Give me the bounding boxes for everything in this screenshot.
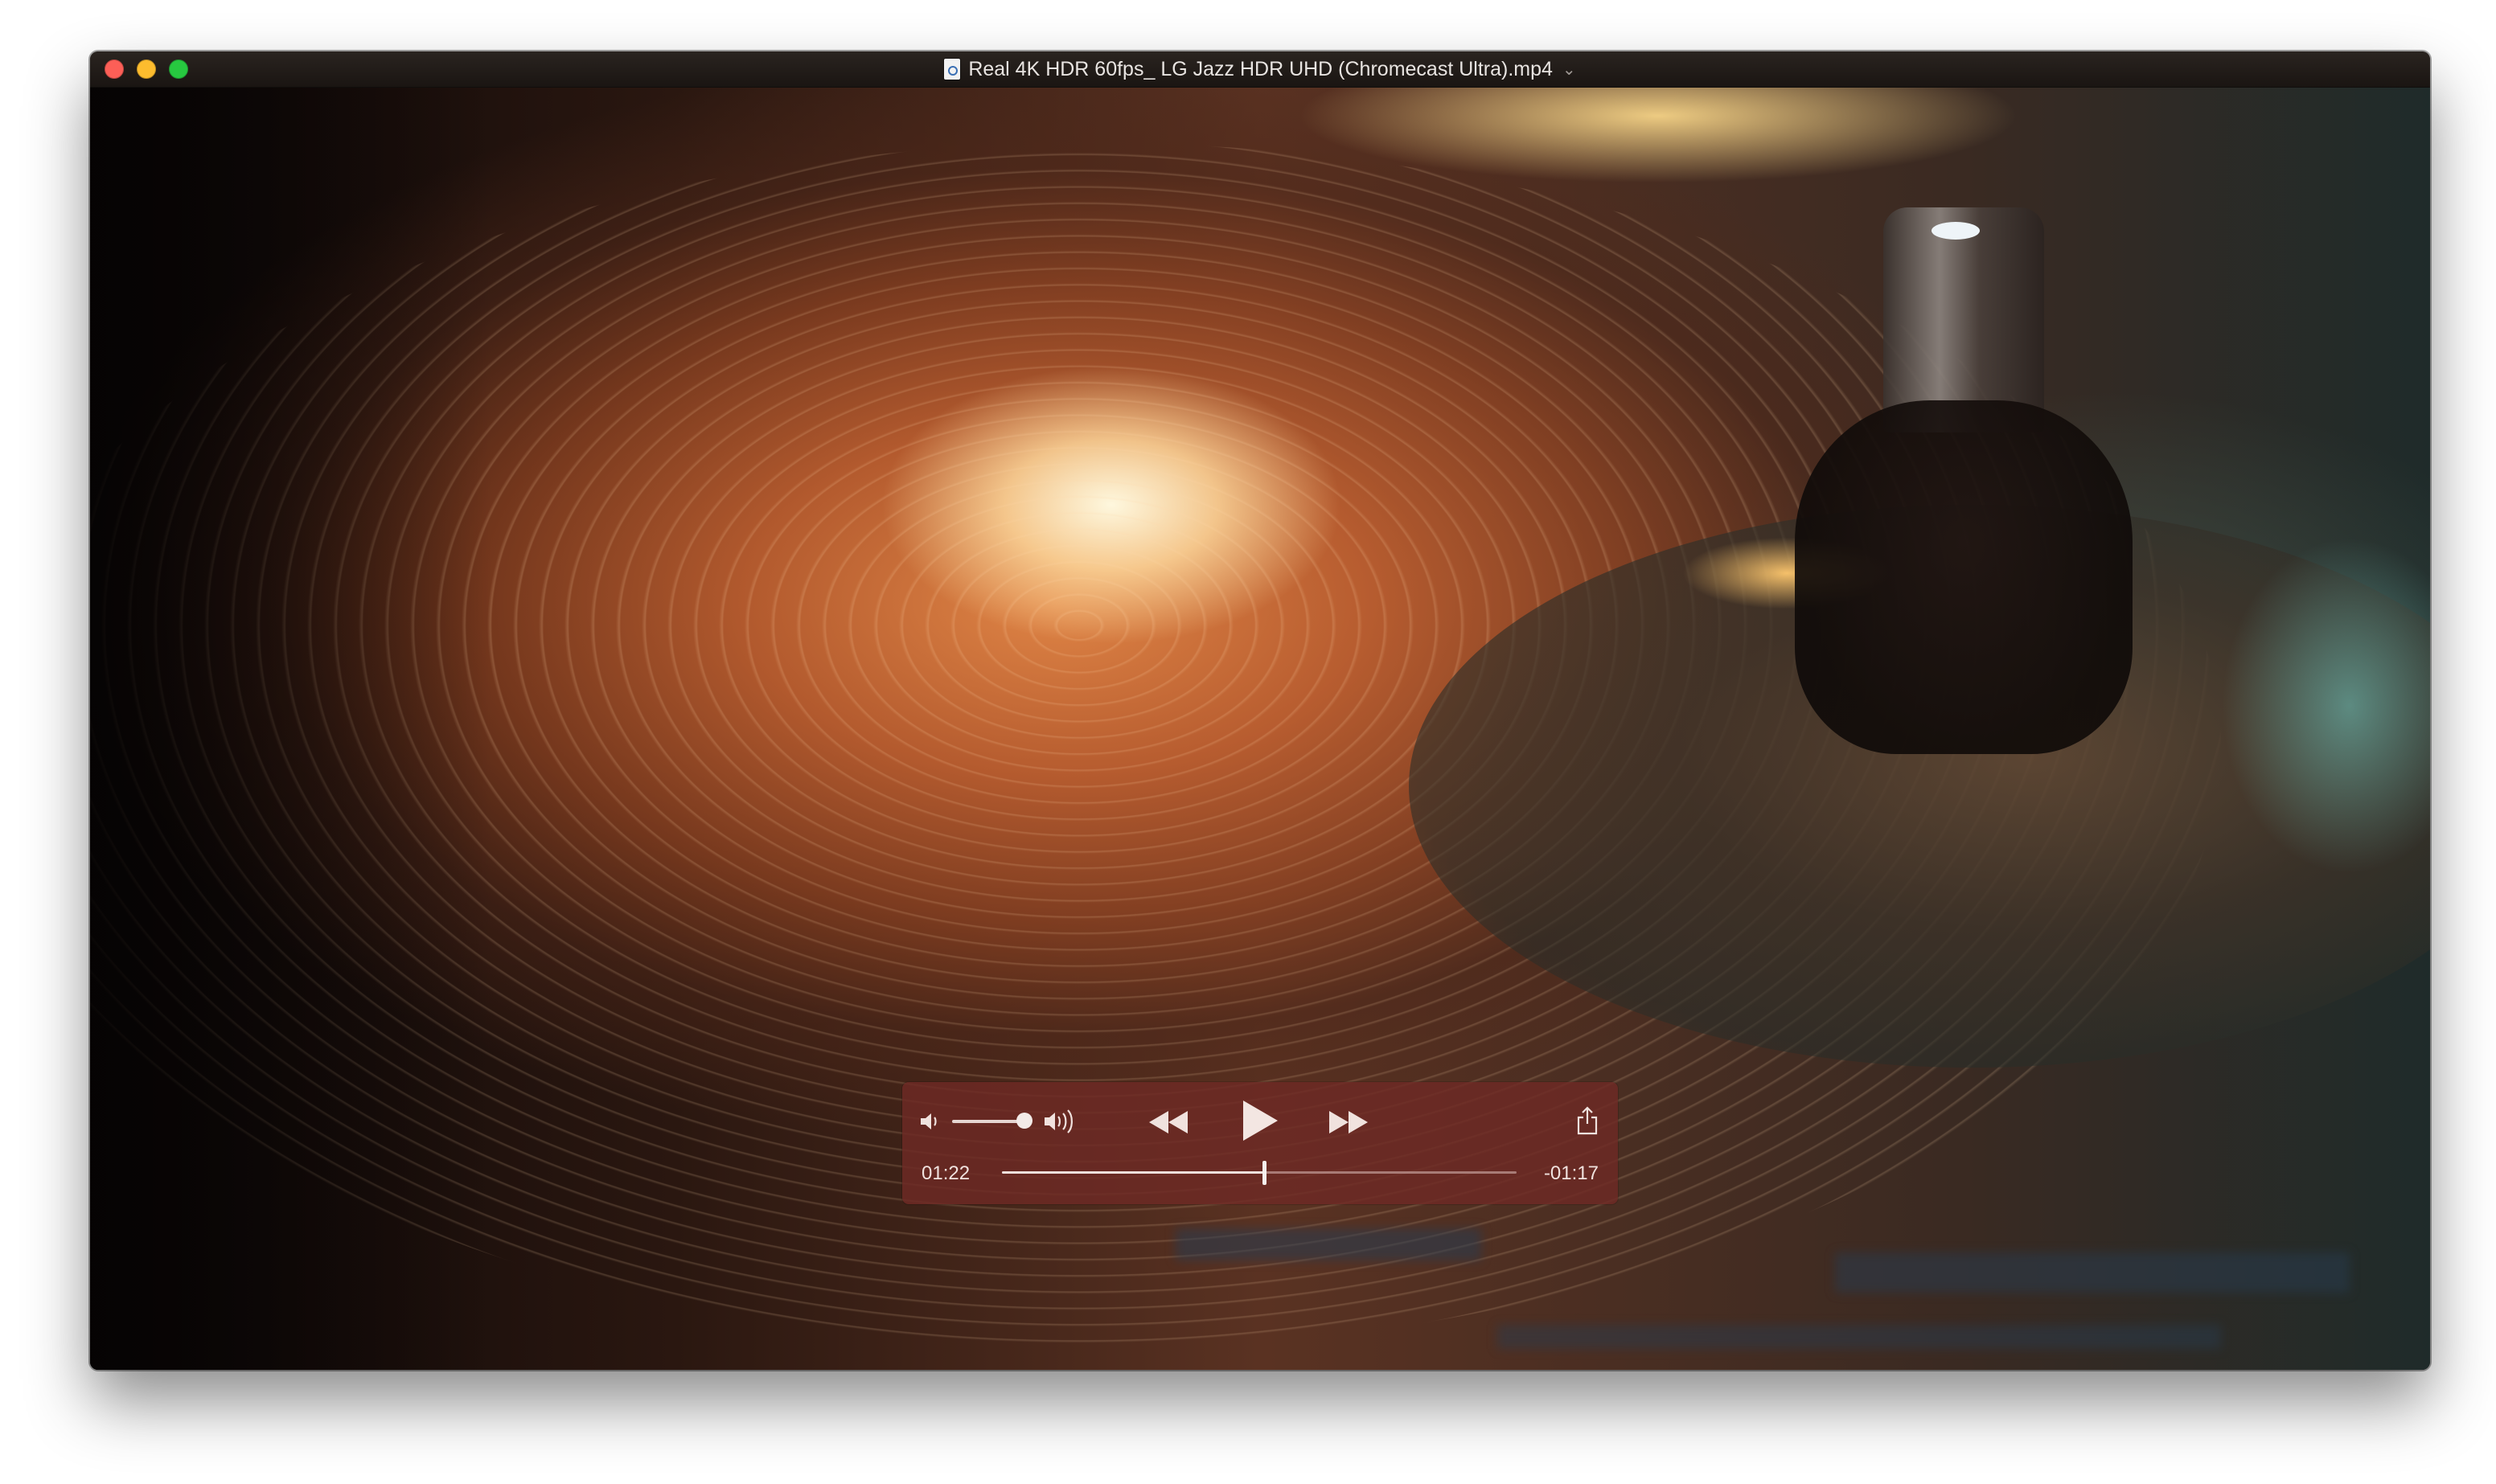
player-window: Real 4K HDR 60fps_ LG Jazz HDR UHD (Chro… bbox=[90, 51, 2430, 1370]
rewind-icon bbox=[1149, 1111, 1188, 1133]
video-object bbox=[1176, 1180, 2382, 1370]
volume-slider[interactable] bbox=[952, 1120, 1024, 1123]
window-title-group[interactable]: Real 4K HDR 60fps_ LG Jazz HDR UHD (Chro… bbox=[90, 51, 2430, 87]
document-icon bbox=[944, 59, 961, 80]
video-shadow-region bbox=[90, 87, 492, 1370]
seek-bar-playhead[interactable] bbox=[1262, 1161, 1267, 1185]
play-button[interactable] bbox=[1240, 1098, 1280, 1143]
video-frame[interactable]: 01:22 -01:17 bbox=[90, 87, 2430, 1370]
speaker-low-icon[interactable] bbox=[918, 1109, 942, 1133]
playback-controls: 01:22 -01:17 bbox=[902, 1082, 1618, 1204]
video-highlight bbox=[1296, 87, 2020, 183]
share-button[interactable] bbox=[1576, 1106, 1599, 1135]
remaining-time[interactable]: -01:17 bbox=[1544, 1162, 1599, 1185]
video-object bbox=[1883, 207, 2044, 432]
elapsed-time: 01:22 bbox=[922, 1162, 971, 1184]
chevron-down-icon[interactable]: ⌄ bbox=[1562, 59, 1576, 80]
video-highlight bbox=[1932, 222, 1980, 240]
fast-forward-icon bbox=[1329, 1111, 1368, 1133]
rewind-button[interactable] bbox=[1147, 1109, 1190, 1135]
video-object bbox=[1795, 400, 2133, 754]
speaker-high-icon[interactable] bbox=[1042, 1108, 1081, 1135]
share-icon bbox=[1577, 1106, 1598, 1135]
title-bar[interactable]: Real 4K HDR 60fps_ LG Jazz HDR UHD (Chro… bbox=[90, 51, 2430, 88]
play-icon bbox=[1243, 1101, 1278, 1141]
window-title: Real 4K HDR 60fps_ LG Jazz HDR UHD (Chro… bbox=[968, 57, 1553, 80]
volume-slider-knob[interactable] bbox=[1016, 1113, 1032, 1129]
seek-bar-progress bbox=[1002, 1171, 1265, 1174]
fast-forward-button[interactable] bbox=[1327, 1109, 1370, 1135]
